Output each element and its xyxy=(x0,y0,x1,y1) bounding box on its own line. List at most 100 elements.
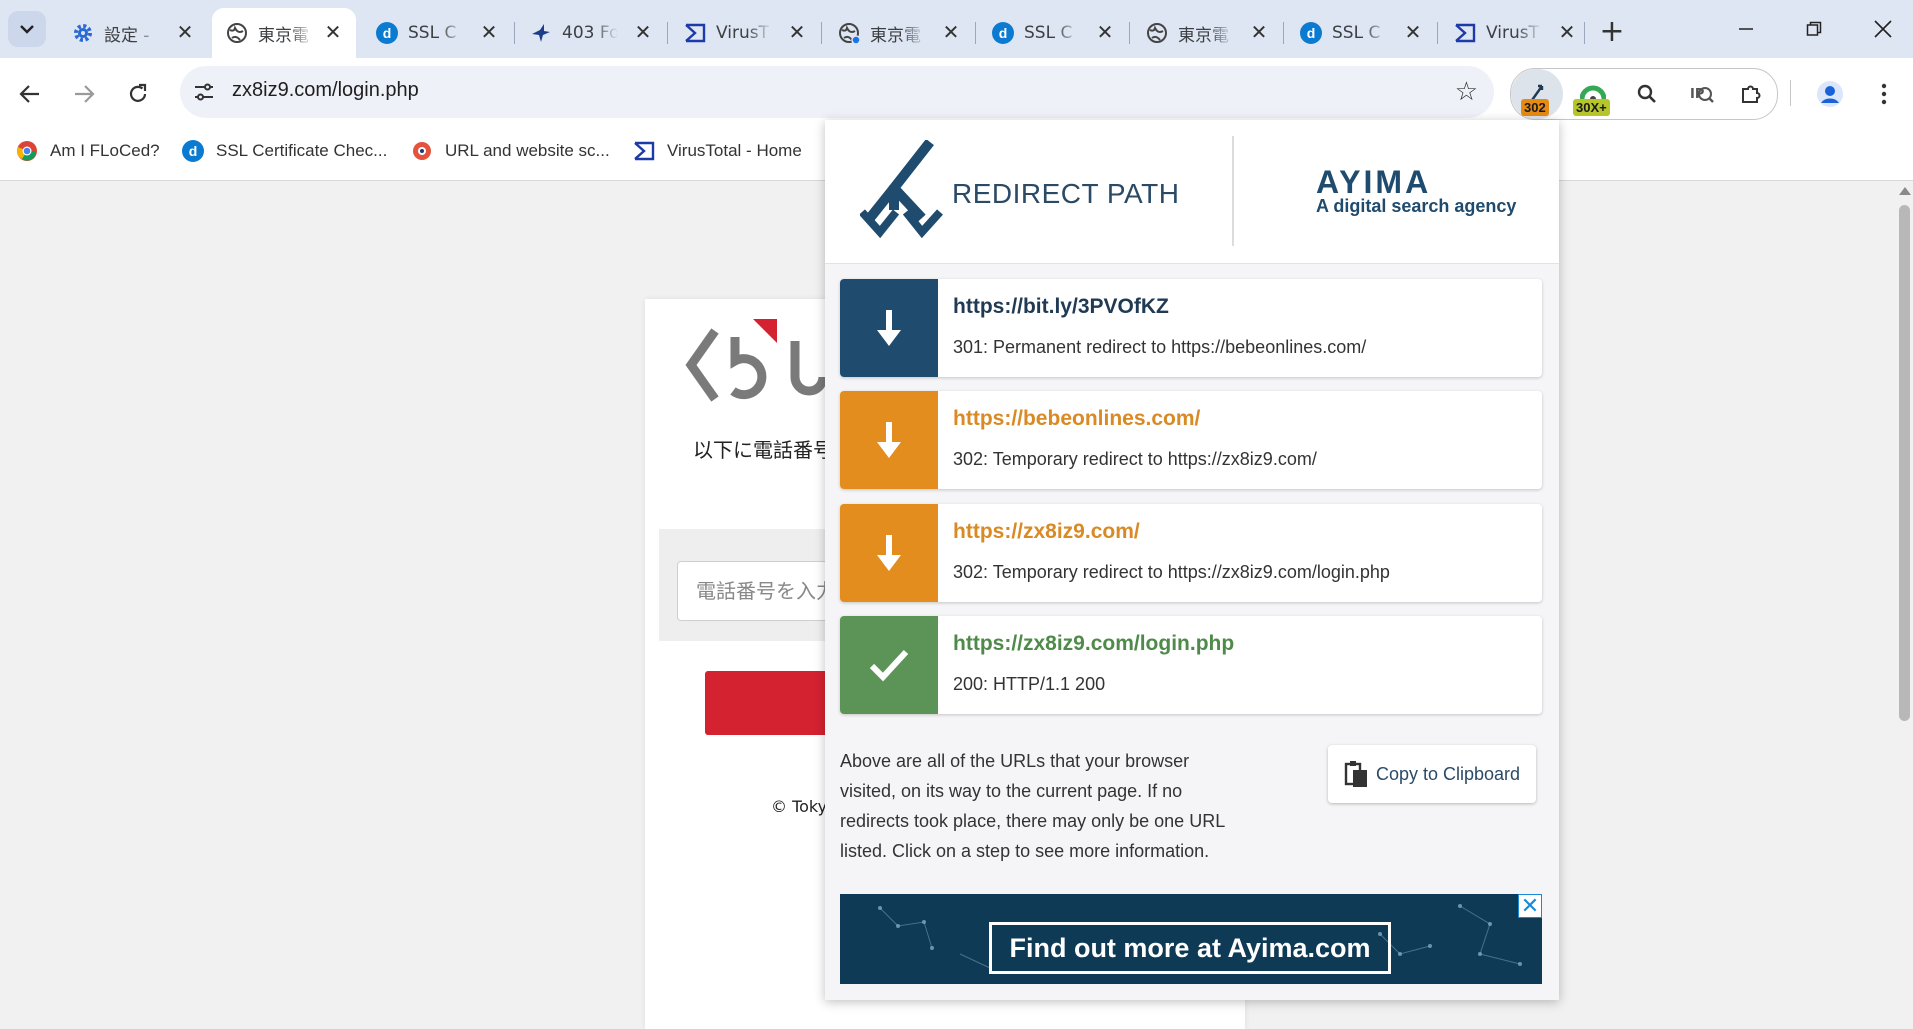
redirect-path-extension[interactable]: 302 xyxy=(1517,74,1557,116)
ip-extension[interactable]: IP xyxy=(1681,74,1721,114)
url-text: zx8iz9.com/login.php xyxy=(232,79,419,101)
copy-to-clipboard-button[interactable]: Copy to Clipboard xyxy=(1328,745,1536,803)
scroll-up-arrow[interactable] xyxy=(1899,187,1911,195)
tab-search-button[interactable] xyxy=(8,11,46,47)
check-icon xyxy=(840,616,938,714)
forward-button[interactable] xyxy=(64,74,104,114)
tab-tokyo-2[interactable]: 東京電 ✕ xyxy=(824,8,974,58)
arrow-left-icon xyxy=(19,85,39,103)
tab-403[interactable]: 403 Fo ✕ xyxy=(516,8,666,58)
bookmark-label: Am I FLoCed? xyxy=(50,141,160,160)
tab-separator xyxy=(1584,22,1585,44)
site-info-icon[interactable] xyxy=(192,80,216,108)
arrow-right-icon xyxy=(75,85,95,103)
header-divider xyxy=(1232,136,1234,246)
reload-button[interactable] xyxy=(118,74,158,114)
extensions-menu-button[interactable] xyxy=(1731,74,1771,114)
tab-ssl-checker-3[interactable]: d SSL C ✕ xyxy=(1286,8,1436,58)
tab-virustotal[interactable]: VirusT ✕ xyxy=(670,8,820,58)
tab-ssl-checker-2[interactable]: d SSL C ✕ xyxy=(978,8,1128,58)
close-icon[interactable]: ✕ xyxy=(1248,20,1270,44)
redirect-step-4[interactable]: https://zx8iz9.com/login.php 200: HTTP/1… xyxy=(840,616,1542,714)
avatar-icon xyxy=(1817,81,1843,107)
step-url: https://bit.ly/3PVOfKZ xyxy=(953,295,1169,318)
tab-title: 403 Fo xyxy=(562,23,618,43)
close-icon[interactable]: ✕ xyxy=(174,20,196,44)
tab-separator xyxy=(514,22,515,44)
close-icon[interactable]: ✕ xyxy=(478,20,500,44)
close-icon[interactable]: ✕ xyxy=(1518,894,1542,918)
close-icon[interactable]: ✕ xyxy=(322,20,344,44)
new-tab-button[interactable]: + xyxy=(1595,13,1629,49)
toolbar: zx8iz9.com/login.php ☆ 302 30X+ IP xyxy=(0,58,1913,128)
virustotal-icon xyxy=(1454,22,1476,44)
bookmark-item[interactable]: URL and website sc... xyxy=(411,140,610,162)
page-scrollbar[interactable] xyxy=(1896,181,1913,1016)
redirect-step-3[interactable]: https://zx8iz9.com/ 302: Temporary redir… xyxy=(840,504,1542,602)
arrow-down-icon xyxy=(840,391,938,489)
profile-button[interactable] xyxy=(1810,74,1850,114)
copy-label: Copy to Clipboard xyxy=(1375,763,1521,784)
tab-tokyo-3[interactable]: 東京電 ✕ xyxy=(1132,8,1282,58)
step-url: https://zx8iz9.com/login.php xyxy=(953,632,1235,655)
bookmark-item[interactable]: d SSL Certificate Chec... xyxy=(182,140,387,162)
tab-title: SSL C xyxy=(1332,23,1381,43)
bookmark-star-icon[interactable]: ☆ xyxy=(1455,77,1478,107)
redirect-step-1[interactable]: https://bit.ly/3PVOfKZ 301: Permanent re… xyxy=(840,279,1542,377)
minimize-button[interactable] xyxy=(1723,12,1769,46)
bookmark-label: URL and website sc... xyxy=(445,141,610,160)
minimize-icon xyxy=(1739,28,1753,30)
close-icon[interactable]: ✕ xyxy=(1402,20,1424,44)
close-icon[interactable]: ✕ xyxy=(940,20,962,44)
tab-ssl-checker[interactable]: d SSL C ✕ xyxy=(362,8,512,58)
site-logo xyxy=(683,319,833,413)
instruction-text: 以下に電話番号 xyxy=(693,438,833,462)
ayima-ad-banner[interactable]: Find out more at Ayima.com ✕ xyxy=(840,894,1542,984)
ip-lookup-icon: IP xyxy=(1690,87,1714,103)
bird-icon xyxy=(530,22,552,44)
scroll-thumb[interactable] xyxy=(1899,205,1910,721)
seo-extension[interactable]: 30X+ xyxy=(1573,74,1613,116)
step-detail: 302: Temporary redirect to https://zx8iz… xyxy=(953,449,1317,469)
clipboard-icon xyxy=(1344,760,1370,788)
menu-button[interactable] xyxy=(1864,74,1904,114)
step-detail: 302: Temporary redirect to https://zx8iz… xyxy=(953,562,1390,582)
virustotal-icon xyxy=(633,140,655,162)
arrow-down-icon xyxy=(840,504,938,602)
search-extension[interactable] xyxy=(1627,74,1667,114)
step-url: https://bebeonlines.com/ xyxy=(953,407,1201,430)
close-icon[interactable]: ✕ xyxy=(1094,20,1116,44)
tab-active[interactable]: 東京電 ✕ xyxy=(212,8,356,58)
tab-title: 東京電 xyxy=(870,25,921,46)
tab-title: SSL C xyxy=(1024,23,1073,43)
back-button[interactable] xyxy=(10,74,50,114)
address-bar[interactable]: zx8iz9.com/login.php ☆ xyxy=(180,66,1494,118)
close-icon xyxy=(1874,20,1892,38)
plus-icon: + xyxy=(1599,13,1625,49)
gear-icon xyxy=(72,22,94,44)
tab-settings[interactable]: 設定 - ✕ xyxy=(58,8,208,58)
close-icon[interactable]: ✕ xyxy=(1556,20,1578,44)
kebab-menu-icon xyxy=(1881,83,1887,105)
globe-icon xyxy=(838,22,860,44)
close-icon[interactable]: ✕ xyxy=(786,20,808,44)
d-icon: d xyxy=(376,22,398,44)
bookmark-item[interactable]: VirusTotal - Home xyxy=(633,140,802,162)
chrome-icon xyxy=(16,140,38,162)
tab-separator xyxy=(975,22,976,44)
tab-title: SSL C xyxy=(408,23,457,43)
bookmark-label: SSL Certificate Chec... xyxy=(216,141,388,160)
restore-button[interactable] xyxy=(1791,12,1837,46)
tab-virustotal-2[interactable]: VirusT ✕ xyxy=(1440,8,1590,58)
tab-title: 東京電 xyxy=(1178,25,1229,46)
urlscan-icon xyxy=(411,140,433,162)
popup-header: REDIRECT PATH AYIMA A digital search age… xyxy=(825,120,1559,264)
copyright-text: © Toky xyxy=(771,797,828,816)
bookmark-item[interactable]: Am I FLoCed? xyxy=(16,140,160,162)
redirect-step-2[interactable]: https://bebeonlines.com/ 302: Temporary … xyxy=(840,391,1542,489)
arrow-down-icon xyxy=(840,279,938,377)
close-icon[interactable]: ✕ xyxy=(632,20,654,44)
popup-info-text: Above are all of the URLs that your brow… xyxy=(840,751,1225,861)
ad-cta[interactable]: Find out more at Ayima.com xyxy=(989,922,1391,974)
window-close-button[interactable] xyxy=(1860,12,1906,46)
